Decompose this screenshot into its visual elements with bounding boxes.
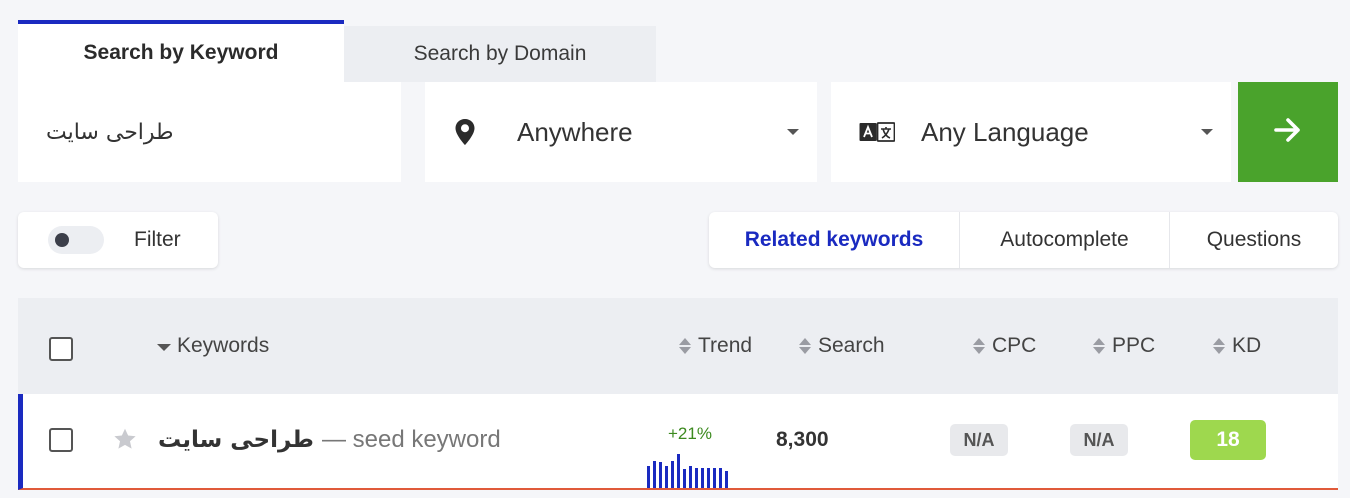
keyword-input[interactable] (46, 119, 376, 145)
trend-bar (713, 468, 716, 488)
tab-questions[interactable]: Questions (1170, 212, 1338, 268)
trend-bar (719, 468, 722, 488)
sort-icon (973, 338, 985, 354)
trend-bar (689, 466, 692, 488)
trend-bar (701, 468, 704, 488)
trend-bar (677, 454, 680, 488)
column-keywords[interactable]: Keywords (157, 334, 269, 358)
trend-bar (707, 468, 710, 488)
sort-icon (799, 338, 811, 354)
select-all-checkbox[interactable] (49, 337, 73, 361)
language-select[interactable]: Any Language (831, 82, 1231, 182)
filter-label: Filter (134, 228, 181, 251)
star-icon[interactable] (112, 426, 138, 452)
map-pin-icon (453, 118, 477, 146)
trend-bar (725, 471, 728, 488)
column-cpc[interactable]: CPC (973, 334, 1036, 358)
toggle-knob (55, 233, 69, 247)
trend-bar (671, 461, 674, 488)
trend-bar (659, 462, 662, 488)
location-select-value: Anywhere (517, 116, 633, 147)
table-row[interactable]: طراحی سایت — seed keyword +21% 8,300 N/A… (18, 394, 1338, 490)
ppc-badge: N/A (1070, 424, 1128, 456)
tab-autocomplete[interactable]: Autocomplete (960, 212, 1170, 268)
column-kd[interactable]: KD (1213, 334, 1261, 358)
search-submit-button[interactable] (1238, 82, 1338, 182)
tab-search-by-domain[interactable]: Search by Domain (344, 26, 656, 82)
chevron-down-icon (1201, 129, 1213, 135)
tab-related-keywords[interactable]: Related keywords (709, 212, 960, 268)
trend-bar (653, 461, 656, 488)
keyword-text: طراحی سایت (158, 427, 314, 453)
filter-switch[interactable] (48, 226, 104, 254)
column-trend[interactable]: Trend (679, 334, 752, 358)
keyword-input-container (18, 82, 401, 182)
table-header: Keywords Trend Search CPC PPC KD (18, 298, 1338, 394)
search-volume: 8,300 (776, 428, 829, 451)
result-tabs: Related keywords Autocomplete Questions (709, 212, 1338, 268)
trend-change: +21% (668, 424, 712, 443)
arrow-right-icon (1274, 117, 1302, 148)
sort-icon (679, 338, 691, 354)
translate-icon (859, 118, 895, 146)
trend-bar (695, 468, 698, 488)
sort-icon (1213, 338, 1225, 354)
cpc-badge: N/A (950, 424, 1008, 456)
filter-toggle[interactable]: Filter (18, 212, 218, 268)
kd-badge: 18 (1190, 420, 1266, 460)
trend-sparkline (647, 454, 728, 488)
column-search[interactable]: Search (799, 334, 885, 358)
column-ppc[interactable]: PPC (1093, 334, 1155, 358)
sort-icon (1093, 338, 1105, 354)
trend-bar (665, 466, 668, 488)
chevron-down-icon (787, 129, 799, 135)
row-checkbox[interactable] (49, 428, 73, 452)
sort-desc-icon (157, 344, 171, 351)
location-select[interactable]: Anywhere (425, 82, 817, 182)
trend-bar (647, 466, 650, 488)
trend-bar (683, 469, 686, 488)
language-select-value: Any Language (921, 116, 1089, 147)
tab-search-by-keyword[interactable]: Search by Keyword (18, 20, 344, 82)
keyword-cell[interactable]: طراحی سایت — seed keyword (158, 426, 501, 454)
seed-keyword-note: — seed keyword (321, 426, 501, 453)
